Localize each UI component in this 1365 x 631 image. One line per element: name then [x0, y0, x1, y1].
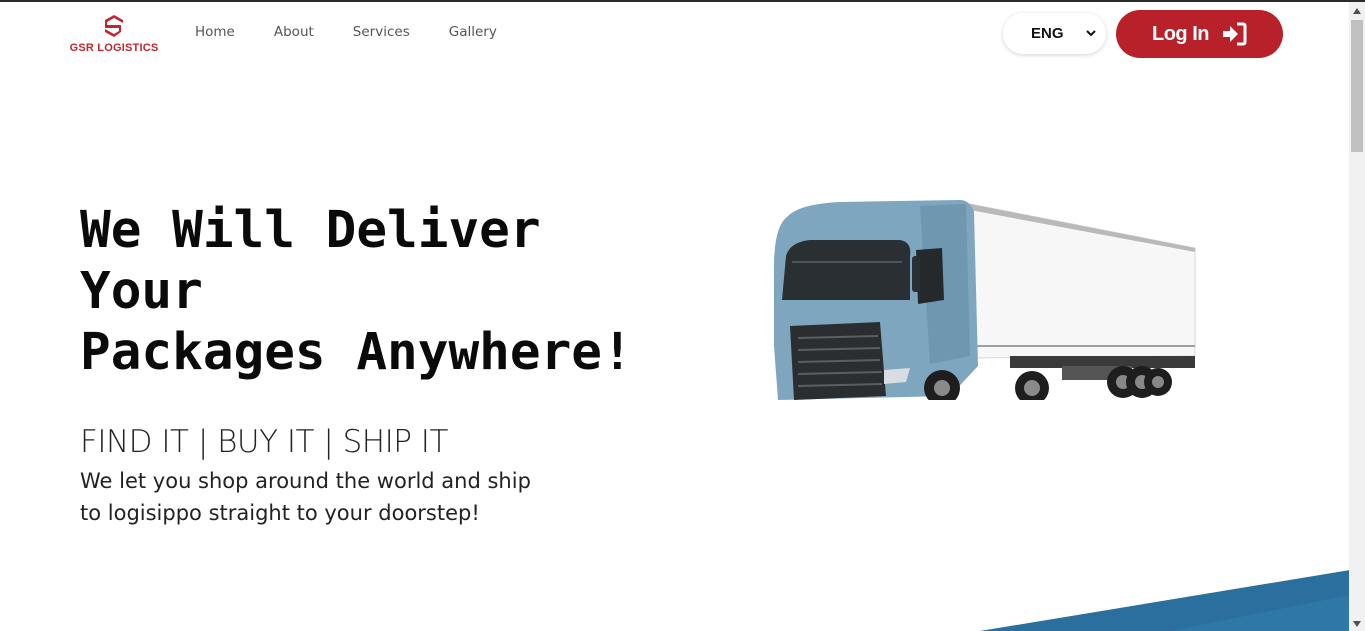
- page-scrollbar[interactable]: [1349, 2, 1365, 631]
- login-label: Log In: [1152, 22, 1209, 45]
- logo[interactable]: GSR LOGISTICS: [66, 14, 162, 56]
- logo-text: GSR LOGISTICS: [69, 42, 159, 54]
- shipping-banner-text: SHIPPING: [208, 567, 390, 631]
- scroll-up-arrow-icon[interactable]: [1353, 8, 1361, 14]
- chevron-down-icon: [1086, 30, 1096, 37]
- hero-description-line: We let you shop around the world and shi…: [80, 469, 531, 493]
- nav-services[interactable]: Services: [353, 24, 410, 40]
- scroll-down-arrow-icon[interactable]: [1353, 621, 1361, 627]
- nav-home[interactable]: Home: [195, 24, 235, 40]
- main-nav: Home About Services Gallery: [195, 24, 536, 40]
- hero-title: We Will Deliver Your Packages Anywhere!: [80, 200, 720, 383]
- language-select[interactable]: ENG: [1003, 13, 1106, 54]
- hero-description: We let you shop around the world and shi…: [80, 465, 600, 529]
- hero-title-line: Your: [80, 262, 203, 321]
- shipping-banner: [980, 570, 1350, 631]
- truck-image: [774, 200, 1196, 400]
- login-button[interactable]: Log In: [1116, 10, 1283, 58]
- hero-description-line: to logisippo straight to your doorstep!: [80, 501, 480, 525]
- top-border: [0, 0, 1365, 2]
- nav-gallery[interactable]: Gallery: [449, 24, 497, 40]
- sign-in-icon: [1222, 22, 1247, 46]
- language-value: ENG: [1031, 25, 1064, 42]
- scroll-thumb[interactable]: [1351, 20, 1363, 152]
- nav-about[interactable]: About: [274, 24, 314, 40]
- hero-title-line: Packages Anywhere!: [80, 323, 633, 382]
- gsr-logo-icon: [105, 15, 123, 37]
- hero-title-line: We Will Deliver: [80, 201, 541, 260]
- hero-tagline: FIND IT | BUY IT | SHIP IT: [80, 424, 448, 460]
